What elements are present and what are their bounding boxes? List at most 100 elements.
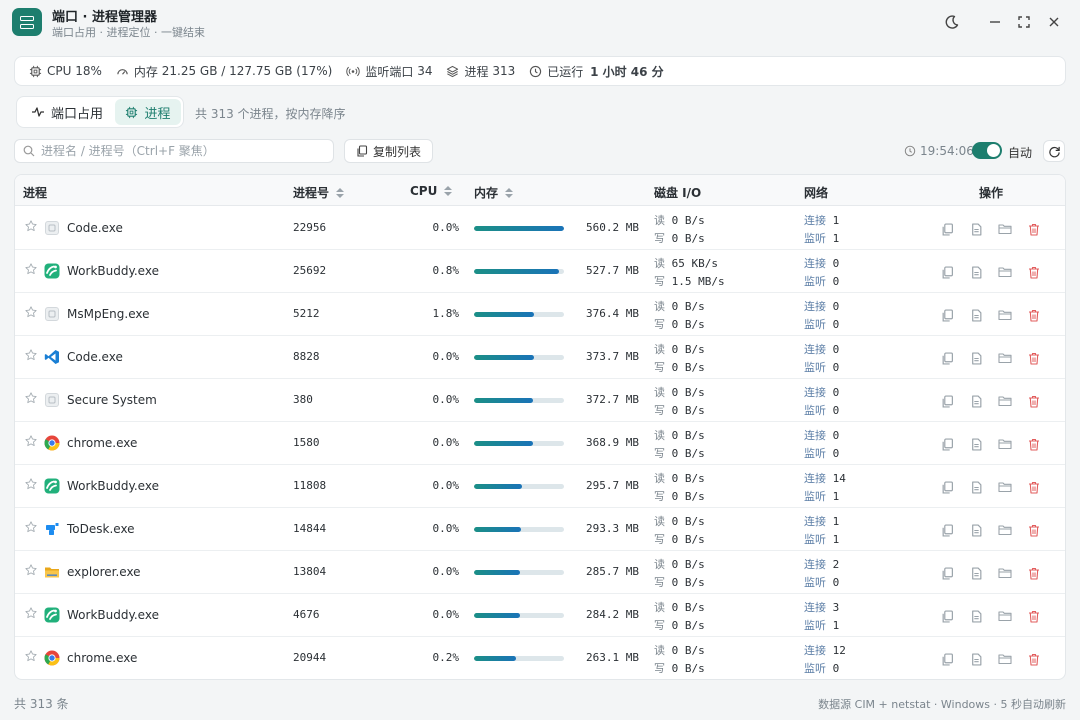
copy-icon[interactable]: [939, 436, 955, 452]
star-icon[interactable]: [25, 220, 37, 235]
memory-bar: [474, 269, 564, 274]
copy-icon[interactable]: [939, 522, 955, 538]
star-icon[interactable]: [25, 349, 37, 364]
disk-io: 读 0 B/s 写 0 B/s: [654, 513, 705, 549]
open-folder-icon[interactable]: [997, 221, 1013, 237]
trash-icon[interactable]: [1026, 264, 1042, 280]
details-icon[interactable]: [968, 436, 984, 452]
copy-icon[interactable]: [939, 565, 955, 581]
trash-icon[interactable]: [1026, 608, 1042, 624]
star-icon[interactable]: [25, 607, 37, 622]
table-row[interactable]: explorer.exe 13804 0.0% 285.7 MB 读 0 B/s 写 0 …: [15, 551, 1065, 594]
network-info: 连接 0 监听 0: [804, 341, 839, 377]
net-listening: 0: [832, 318, 840, 331]
copy-icon[interactable]: [939, 221, 955, 237]
star-icon[interactable]: [25, 392, 37, 407]
trash-icon[interactable]: [1026, 436, 1042, 452]
details-icon[interactable]: [968, 221, 984, 237]
network-info: 连接 1 监听 1: [804, 212, 839, 248]
disk-io: 读 65 KB/s 写 1.5 MB/s: [654, 255, 725, 291]
star-icon[interactable]: [25, 478, 37, 493]
auto-refresh-toggle[interactable]: [972, 142, 1002, 159]
minimize-button[interactable]: [985, 12, 1005, 32]
header-cpu[interactable]: CPU: [410, 184, 453, 198]
refresh-button[interactable]: [1043, 140, 1065, 162]
details-icon[interactable]: [968, 565, 984, 581]
disk-io: 读 0 B/s 写 0 B/s: [654, 642, 705, 678]
copy-icon[interactable]: [939, 479, 955, 495]
details-icon[interactable]: [968, 350, 984, 366]
open-folder-icon[interactable]: [997, 651, 1013, 667]
star-icon[interactable]: [25, 650, 37, 665]
star-icon[interactable]: [25, 263, 37, 278]
copy-icon[interactable]: [939, 350, 955, 366]
open-folder-icon[interactable]: [997, 565, 1013, 581]
details-icon[interactable]: [968, 264, 984, 280]
details-icon[interactable]: [968, 522, 984, 538]
open-folder-icon[interactable]: [997, 264, 1013, 280]
network-info: 连接 0 监听 0: [804, 298, 839, 334]
copy-list-button[interactable]: 复制列表: [344, 139, 433, 163]
open-folder-icon[interactable]: [997, 436, 1013, 452]
theme-toggle-button[interactable]: [942, 12, 962, 32]
disk-read: 0 B/s: [671, 515, 705, 528]
star-icon[interactable]: [25, 564, 37, 579]
read-label: 读: [654, 472, 665, 485]
table-row[interactable]: WorkBuddy.exe 25692 0.8% 527.7 MB 读 65 KB/s 写…: [15, 250, 1065, 293]
table-row[interactable]: chrome.exe 1580 0.0% 368.9 MB 读 0 B/s 写 0 B/s…: [15, 422, 1065, 465]
trash-icon[interactable]: [1026, 565, 1042, 581]
table-row[interactable]: ToDesk.exe 14844 0.0% 293.3 MB 读 0 B/s 写 0 B/…: [15, 508, 1065, 551]
disk-io: 读 0 B/s 写 0 B/s: [654, 599, 705, 635]
row-actions: [939, 436, 1042, 452]
open-folder-icon[interactable]: [997, 307, 1013, 323]
details-icon[interactable]: [968, 307, 984, 323]
trash-icon[interactable]: [1026, 393, 1042, 409]
tab-processes[interactable]: 进程: [115, 99, 181, 125]
table-row[interactable]: chrome.exe 20944 0.2% 263.1 MB 读 0 B/s 写 0 B/…: [15, 637, 1065, 679]
net-listening: 0: [832, 404, 840, 417]
close-button[interactable]: [1044, 12, 1064, 32]
star-icon[interactable]: [25, 306, 37, 321]
details-icon[interactable]: [968, 651, 984, 667]
trash-icon[interactable]: [1026, 350, 1042, 366]
process-cpu: 0.8%: [432, 264, 460, 277]
copy-icon[interactable]: [939, 393, 955, 409]
details-icon[interactable]: [968, 393, 984, 409]
search-input[interactable]: [41, 144, 321, 158]
header-pid[interactable]: 进程号: [293, 184, 345, 201]
star-icon[interactable]: [25, 521, 37, 536]
row-actions: [939, 221, 1042, 237]
maximize-button[interactable]: [1014, 12, 1034, 32]
star-icon[interactable]: [25, 435, 37, 450]
copy-icon[interactable]: [939, 608, 955, 624]
details-icon[interactable]: [968, 479, 984, 495]
details-icon[interactable]: [968, 608, 984, 624]
net-connections: 0: [832, 257, 840, 270]
table-row[interactable]: Code.exe 8828 0.0% 373.7 MB 读 0 B/s 写 0 B/s 连接…: [15, 336, 1065, 379]
write-label: 写: [654, 232, 665, 245]
trash-icon[interactable]: [1026, 651, 1042, 667]
trash-icon[interactable]: [1026, 479, 1042, 495]
copy-icon[interactable]: [939, 307, 955, 323]
open-folder-icon[interactable]: [997, 479, 1013, 495]
open-folder-icon[interactable]: [997, 608, 1013, 624]
listen-label: 监听: [804, 447, 826, 460]
process-pid: 14844: [293, 522, 327, 535]
copy-icon[interactable]: [939, 651, 955, 667]
open-folder-icon[interactable]: [997, 393, 1013, 409]
open-folder-icon[interactable]: [997, 350, 1013, 366]
trash-icon[interactable]: [1026, 221, 1042, 237]
table-row[interactable]: Secure System 380 0.0% 372.7 MB 读 0 B/s 写 0 B…: [15, 379, 1065, 422]
table-row[interactable]: Code.exe 22956 0.0% 560.2 MB 读 0 B/s 写 0 B/s 连…: [15, 207, 1065, 250]
open-folder-icon[interactable]: [997, 522, 1013, 538]
write-label: 写: [654, 533, 665, 546]
table-row[interactable]: WorkBuddy.exe 4676 0.0% 284.2 MB 读 0 B/s 写 0 …: [15, 594, 1065, 637]
table-row[interactable]: WorkBuddy.exe 11808 0.0% 295.7 MB 读 0 B/s 写 0…: [15, 465, 1065, 508]
table-row[interactable]: MsMpEng.exe 5212 1.8% 376.4 MB 读 0 B/s 写 0 B/…: [15, 293, 1065, 336]
trash-icon[interactable]: [1026, 307, 1042, 323]
trash-icon[interactable]: [1026, 522, 1042, 538]
total-count: 共 313 条: [14, 697, 69, 711]
header-memory[interactable]: 内存: [474, 184, 514, 201]
tab-ports[interactable]: 端口占用: [19, 99, 115, 125]
copy-icon[interactable]: [939, 264, 955, 280]
